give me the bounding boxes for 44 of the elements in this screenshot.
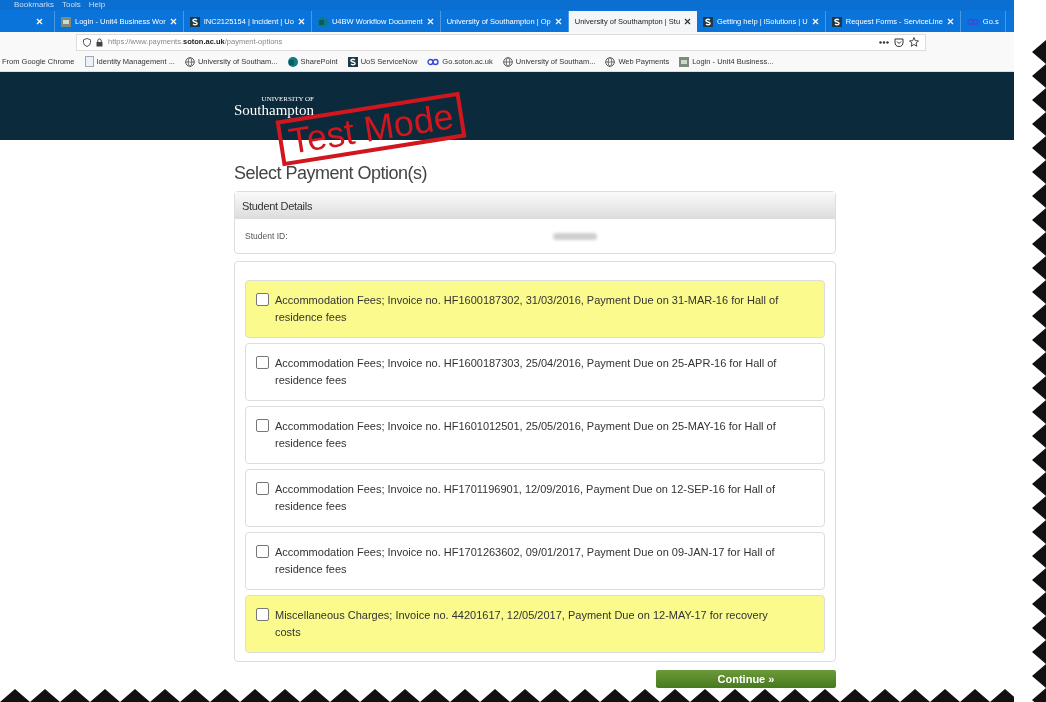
more-icon[interactable] <box>879 40 889 44</box>
app-icon <box>61 16 71 27</box>
checkbox[interactable] <box>256 482 269 495</box>
letter-s-icon <box>189 16 200 27</box>
menu-item[interactable]: Bookmarks <box>14 0 54 10</box>
globe-icon <box>605 56 616 67</box>
checkbox[interactable] <box>256 419 269 432</box>
link-icon <box>966 17 979 26</box>
app-icon <box>679 56 690 67</box>
sharepoint-icon <box>317 16 328 27</box>
menu-item[interactable]: Help <box>88 0 106 10</box>
option-row[interactable]: Accommodation Fees; Invoice no. HF1701196901, 12/09/2016, Payment Due on 12-SEP-16 for Hall of residence fees <box>245 469 825 527</box>
option-label: Miscellaneous Charges; Invoice no. 44201617, 12/05/2017, Payment Due on 12-MAY-17 for recovery costs <box>275 608 769 640</box>
link-icon <box>427 57 440 66</box>
page-icon <box>84 56 94 67</box>
field-label: Student ID: <box>245 229 288 243</box>
letter-s-icon <box>831 16 842 27</box>
checkbox[interactable] <box>256 293 269 306</box>
option-label: Accommodation Fees; Invoice no. HF1600187303, 25/04/2016, Payment Due on 25-APR-16 for Hall of residence fees <box>275 356 778 388</box>
letter-s-icon <box>703 16 714 27</box>
sharepoint-icon <box>287 56 298 67</box>
pocket-icon[interactable] <box>894 37 904 47</box>
option-label: Accommodation Fees; Invoice no. HF1701263602, 09/01/2017, Payment Due on 09-JAN-17 for Hall of residence fees <box>275 545 776 577</box>
close-icon[interactable] <box>684 18 692 25</box>
letter-s-icon <box>347 56 358 67</box>
option-label: Accommodation Fees; Invoice no. HF1600187302, 31/03/2016, Payment Due on 31-MAR-16 for Hall of residence fees <box>275 293 780 325</box>
option-label: Accommodation Fees; Invoice no. HF1601012501, 25/05/2016, Payment Due on 25-MAY-16 for Hall of residence fees <box>275 419 777 451</box>
checkbox[interactable] <box>256 608 269 621</box>
option-row[interactable]: Miscellaneous Charges; Invoice no. 44201617, 12/05/2017, Payment Due on 12-MAY-17 for recovery costs <box>245 595 825 653</box>
globe-icon <box>184 56 195 67</box>
menu-item[interactable]: Tools <box>62 0 81 10</box>
lock-icon <box>96 37 103 47</box>
option-label: Accommodation Fees; Invoice no. HF1701196901, 12/09/2016, Payment Due on 12-SEP-16 for Hall of residence fees <box>275 482 776 514</box>
option-row[interactable]: Accommodation Fees; Invoice no. HF1600187303, 25/04/2016, Payment Due on 25-APR-16 for Hall of residence fees <box>245 343 825 401</box>
checkbox[interactable] <box>256 356 269 369</box>
card-header: Student Details <box>235 192 835 219</box>
globe-icon <box>502 56 513 67</box>
star-icon[interactable] <box>909 37 919 47</box>
continue-button[interactable]: Continue » <box>656 670 836 688</box>
checkbox[interactable] <box>256 545 269 558</box>
shield-icon[interactable] <box>83 37 91 47</box>
option-row[interactable]: Accommodation Fees; Invoice no. HF1601012501, 25/05/2016, Payment Due on 25-MAY-16 for Hall of residence fees <box>245 406 825 464</box>
option-row[interactable]: Accommodation Fees; Invoice no. HF1600187302, 31/03/2016, Payment Due on 31-MAR-16 for Hall of residence fees <box>245 280 825 338</box>
option-row[interactable]: Accommodation Fees; Invoice no. HF1701263602, 09/01/2017, Payment Due on 09-JAN-17 for Hall of residence fees <box>245 532 825 590</box>
